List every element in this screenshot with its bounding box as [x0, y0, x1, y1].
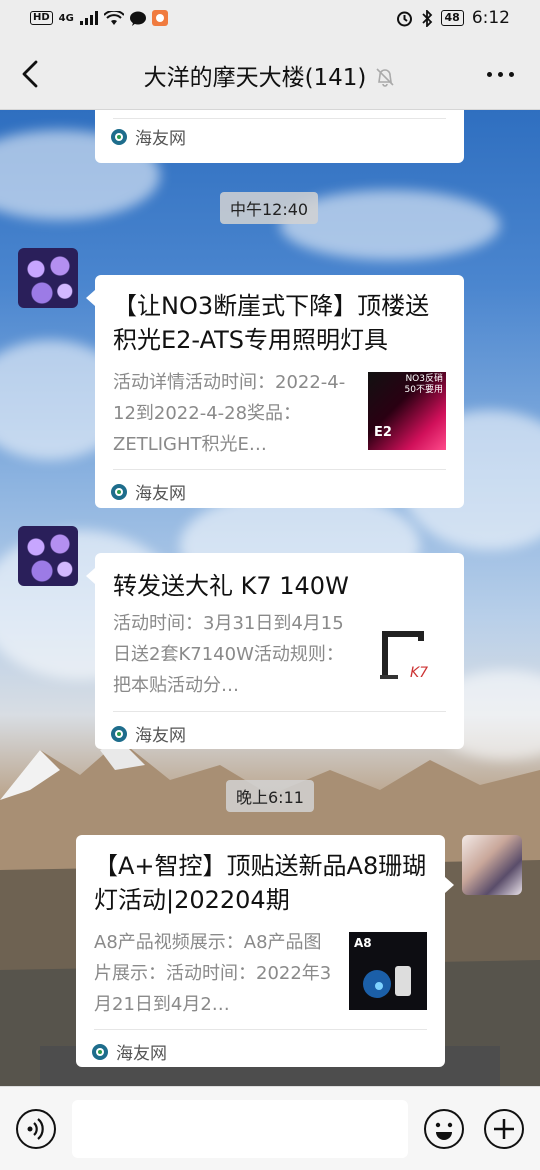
card-title: 【A+智控】顶贴送新品A8珊瑚灯活动|202204期 — [94, 852, 427, 914]
app-notify-icon — [151, 10, 168, 26]
link-card[interactable]: 转发送大礼 K7 140W 活动时间：3月31日到4月15日送2套K7140W活… — [95, 553, 464, 749]
chat-notify-icon — [129, 11, 146, 26]
card-title: 【让NO3断崖式下降】顶楼送积光E2-ATS专用照明灯具 — [113, 292, 430, 354]
timestamp: 中午12:40 — [220, 192, 319, 224]
link-card[interactable]: 【A+智控】顶贴送新品A8珊瑚灯活动|202204期 A8产品视频展示：A8产品… — [76, 835, 445, 1067]
message-input[interactable] — [72, 1100, 408, 1158]
network-label: 4G — [58, 12, 74, 24]
chat-header: 大洋的摩天大楼(141) — [0, 38, 540, 110]
status-bar: HD 4G 48 6:12 — [0, 0, 540, 38]
svg-text:K7: K7 — [410, 665, 428, 681]
more-options-button[interactable] — [487, 72, 514, 77]
link-card[interactable]: 海友网 — [95, 110, 464, 163]
dot-icon — [498, 72, 503, 77]
haiyouwang-logo-icon — [111, 128, 127, 145]
mute-bell-icon — [376, 68, 394, 87]
voice-icon — [27, 1118, 44, 1140]
wifi-icon — [103, 10, 124, 25]
thumb-brand: E2 — [374, 425, 392, 440]
card-source: 海友网 — [135, 484, 186, 504]
timestamp: 晚上6:11 — [226, 780, 314, 812]
card-thumbnail: NO3反硝 50不要用 E2 — [368, 372, 446, 450]
dot-icon — [487, 72, 492, 77]
dot-icon — [509, 72, 514, 77]
input-bar — [0, 1086, 540, 1170]
plus-icon — [494, 1119, 514, 1139]
card-description: 活动时间：3月31日到4月15日送2套K7140W活动规则：把本贴活动分… — [113, 613, 344, 696]
haiyouwang-logo-icon — [92, 1043, 108, 1060]
link-card[interactable]: 【让NO3断崖式下降】顶楼送积光E2-ATS专用照明灯具 活动详情活动时间：20… — [95, 275, 464, 508]
led-lamp-icon: K7 — [380, 631, 428, 681]
thumb-text: NO3反硝 50不要用 — [404, 374, 443, 395]
signal-icon — [79, 11, 98, 25]
card-source: 海友网 — [135, 726, 186, 746]
chat-title: 大洋的摩天大楼(141) — [143, 65, 367, 91]
haiyouwang-logo-icon — [111, 483, 127, 500]
card-title: 转发送大礼 K7 140W — [113, 572, 349, 600]
avatar[interactable] — [462, 835, 522, 895]
chat-area[interactable]: 海友网 中午12:40 【让NO3断崖式下降】顶楼送积光E2-ATS专用照明灯具… — [0, 110, 540, 1086]
status-time: 6:12 — [471, 8, 510, 28]
card-description: 活动详情活动时间：2022-4-12到2022-4-28奖品：ZETLIGHT积… — [113, 372, 346, 455]
emoji-button[interactable] — [424, 1109, 464, 1149]
card-source: 海友网 — [135, 129, 186, 149]
avatar[interactable] — [18, 248, 78, 308]
avatar[interactable] — [18, 526, 78, 586]
hd-badge: HD — [30, 11, 53, 25]
alarm-icon — [396, 11, 412, 26]
card-thumbnail: A8 — [349, 932, 427, 1010]
card-description: A8产品视频展示：A8产品图片展示：活动时间：2022年3月21日到4月2… — [94, 932, 332, 1015]
emoji-icon — [435, 1122, 453, 1140]
phone-product-icon — [363, 966, 411, 998]
haiyouwang-logo-icon — [111, 725, 127, 742]
more-functions-button[interactable] — [484, 1109, 524, 1149]
card-source: 海友网 — [116, 1044, 167, 1064]
voice-button[interactable] — [16, 1109, 56, 1149]
battery-icon: 48 — [440, 10, 464, 26]
card-thumbnail: K7 — [368, 619, 446, 697]
bluetooth-icon — [421, 9, 432, 27]
